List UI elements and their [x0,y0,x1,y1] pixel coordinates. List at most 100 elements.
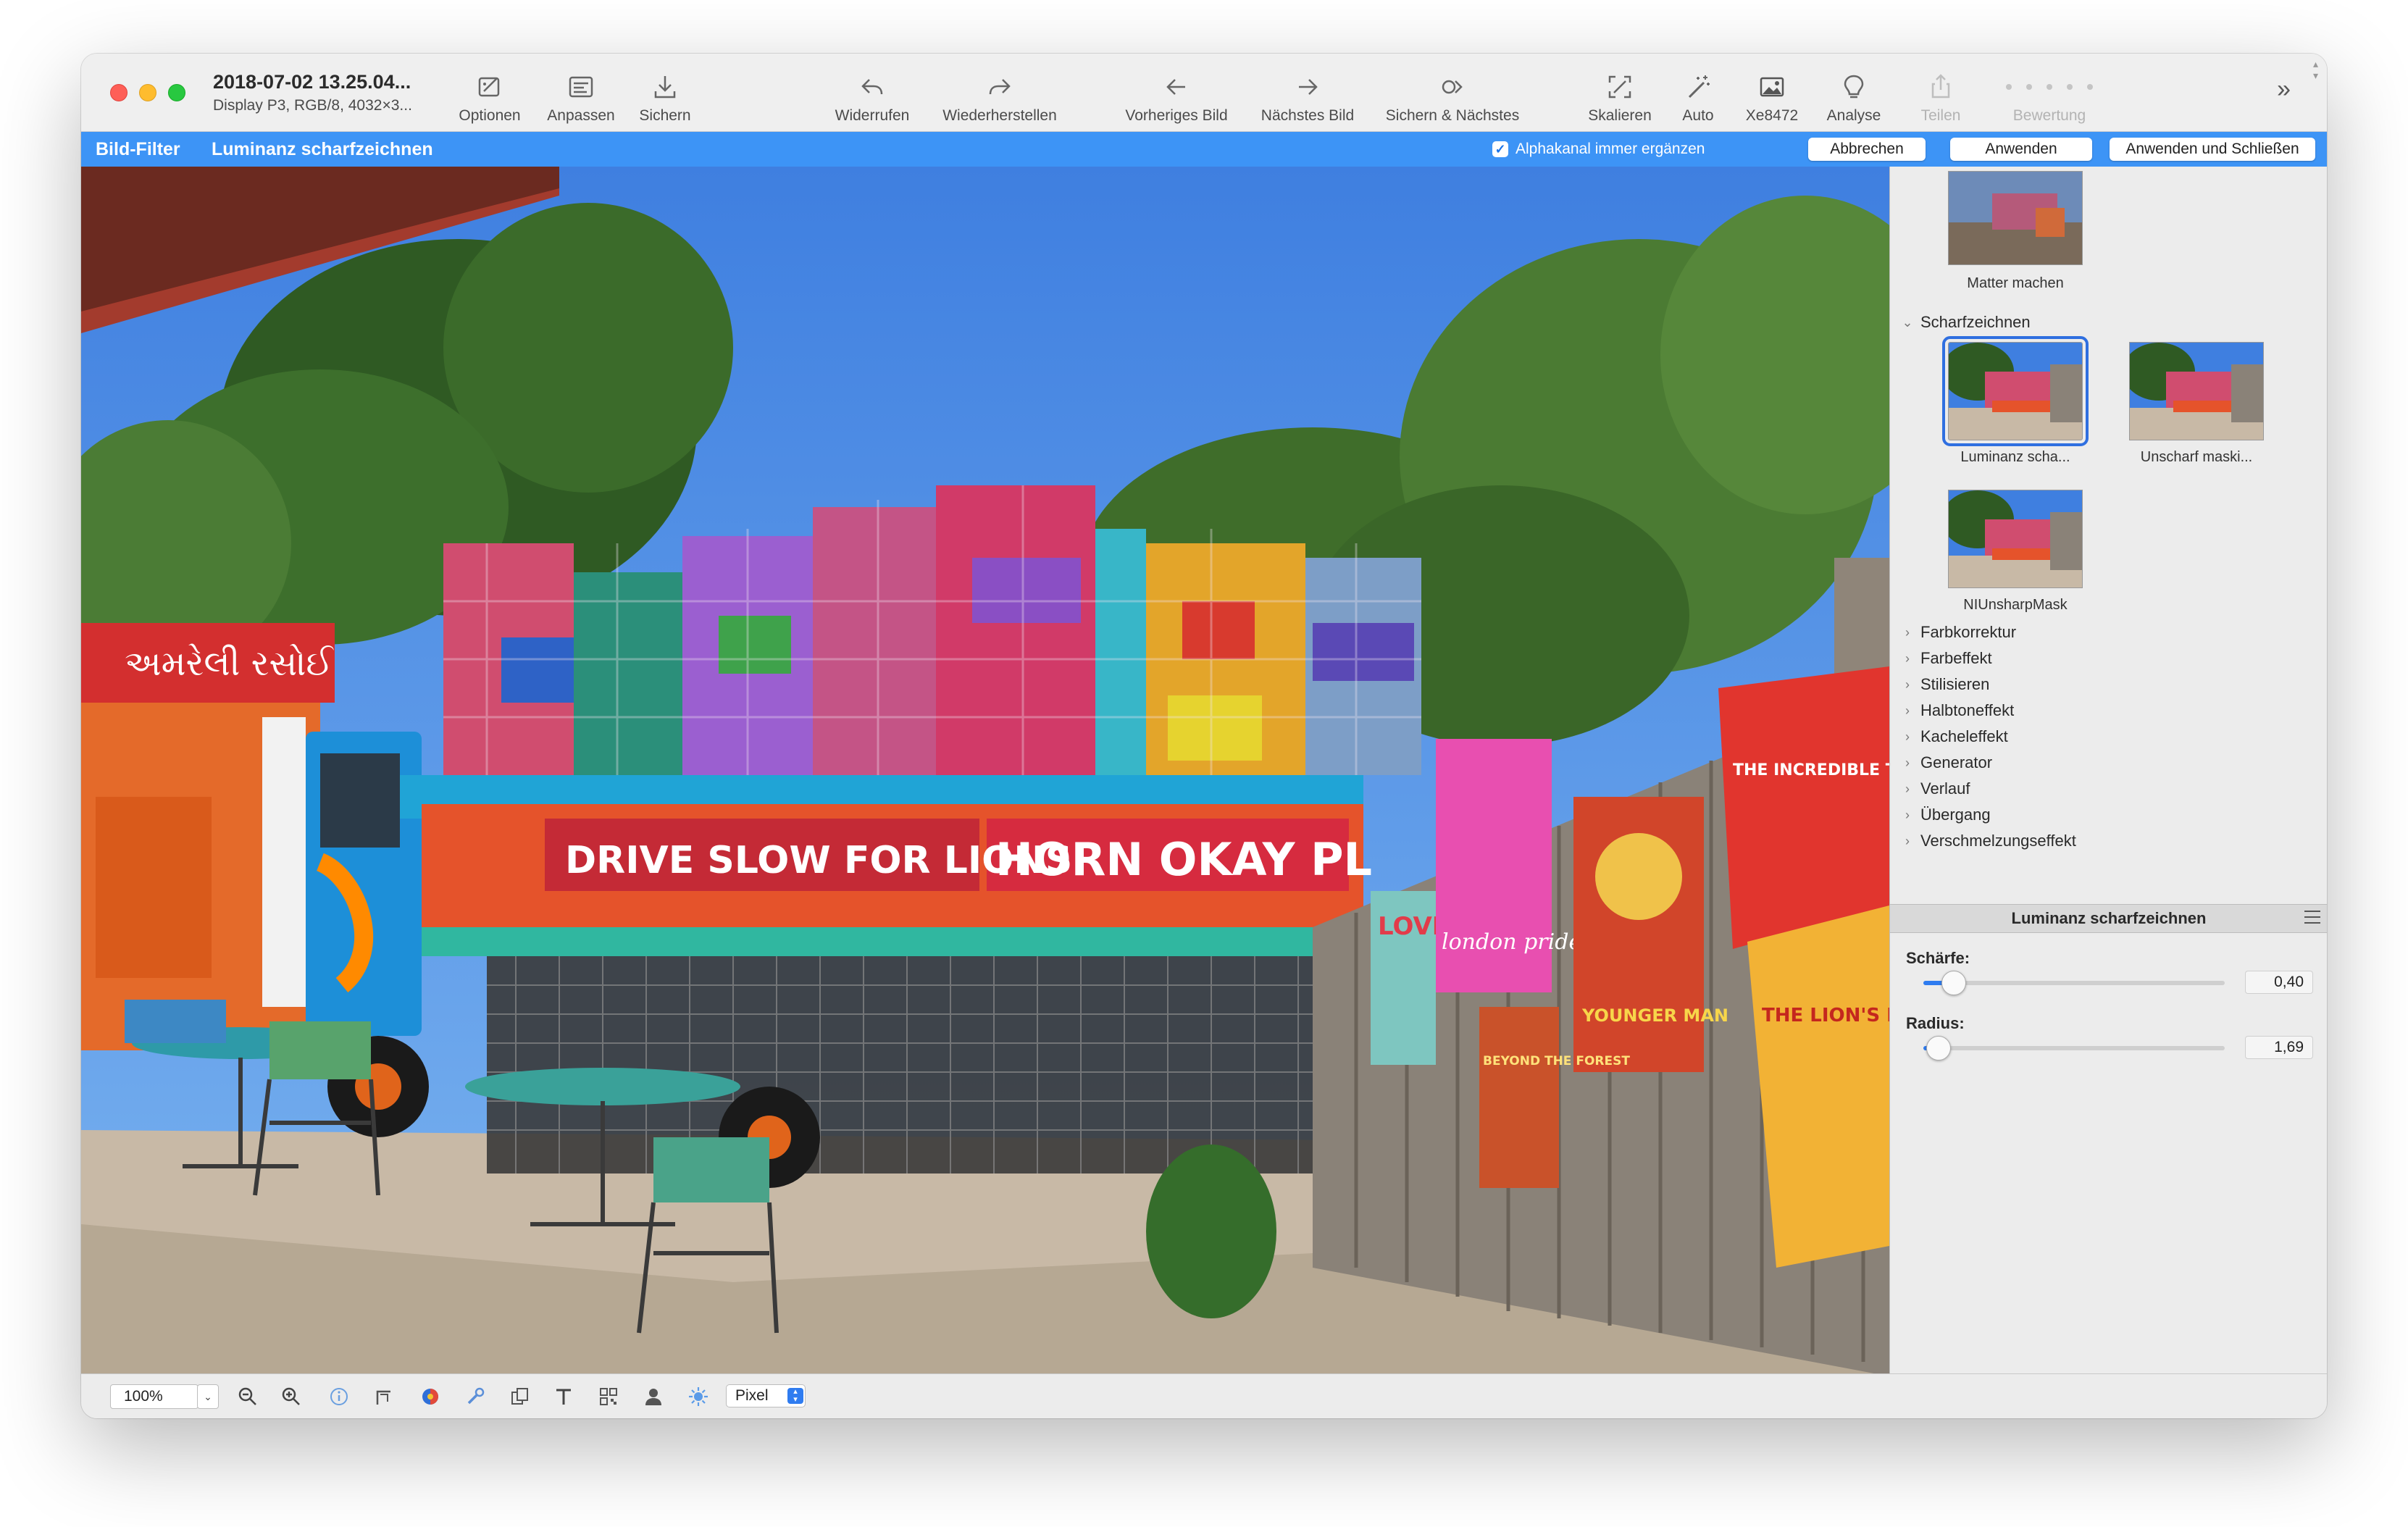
adjust-icon [565,71,597,103]
category-kacheleffekt[interactable]: › Kacheleffekt [1902,727,2008,746]
adjustments-header: Luminanz scharfzeichnen [1890,904,2327,933]
chevron-right-icon: › [1905,755,1910,770]
rating-icon [2006,71,2093,103]
document-info: Display P3, RGB/8, 4032×3... [213,97,412,114]
cancel-button[interactable]: Abbrechen [1808,138,1926,161]
section-scharfzeichnen[interactable]: ⌄ Scharfzeichnen [1902,313,2030,332]
poster-london-pride: london pride [1442,929,1581,955]
filter-bar: Bild-Filter Luminanz scharfzeichnen ✓ Al… [81,132,2327,167]
qr-icon[interactable] [595,1384,622,1409]
plant [1146,1145,1276,1318]
sharpness-slider-knob[interactable] [1941,971,1966,995]
alpha-checkbox-row[interactable]: ✓ Alphakanal immer ergänzen [1492,141,1705,158]
zoom-window-button[interactable] [168,84,185,101]
poster-beyond-the-forest: BEYOND THE FOREST [1483,1054,1630,1068]
filter-luminanz-scharfzeichnen[interactable] [1942,336,2089,446]
booth-sign: અમરેલી રસોઈ [125,643,334,684]
previous-image-icon [1161,71,1192,103]
text-icon[interactable] [551,1384,577,1409]
category-farbeffekt[interactable]: › Farbeffekt [1902,649,1992,668]
save-button[interactable]: Sichern [629,67,701,125]
sharpness-value-field[interactable]: 0,40 [2245,971,2313,994]
food-booth: અમરેલી રસોઈ [81,623,335,1050]
scale-icon [1604,71,1636,103]
apply-button[interactable]: Anwenden [1950,138,2092,161]
radius-slider-knob[interactable] [1926,1036,1951,1060]
alpha-checkbox[interactable]: ✓ [1492,141,1508,157]
unit-select[interactable]: Pixel ▴ ▾ [726,1384,806,1407]
filter-niunsharpmask[interactable] [1948,490,2083,588]
zoom-dropdown[interactable]: ⌄ [197,1384,219,1409]
status-bar: 100% ⌄ Pixel ▴ ▾ [81,1373,2327,1418]
image-icon [1756,71,1788,103]
previous-image-button[interactable]: Vorheriges Bild [1116,67,1237,125]
chevron-down-icon: ⌄ [1902,314,1913,330]
chevron-right-icon: › [1905,677,1910,692]
analyse-button[interactable]: Analyse [1817,67,1891,125]
truck-sign-2: HORN OKAY PL [995,833,1372,886]
toolbar-scroll-icon[interactable]: ▴ ▾ [2313,58,2318,81]
info-icon[interactable] [326,1384,352,1409]
poster-younger-man: YOUNGER MAN [1581,1005,1728,1026]
tools-icon[interactable] [462,1384,488,1409]
filter-name: Luminanz scharfzeichnen [212,139,433,159]
toolbar-overflow-icon[interactable]: » [2277,75,2291,104]
xe8472-button[interactable]: Xe8472 [1736,67,1808,125]
options-icon [474,71,506,103]
category-generator[interactable]: › Generator [1902,753,1992,772]
chevron-right-icon: › [1905,781,1910,796]
close-window-button[interactable] [110,84,127,101]
sharpness-label: Schärfe: [1906,949,1970,967]
scale-button[interactable]: Skalieren [1582,67,1657,125]
category-halbtoneffekt[interactable]: › Halbtoneffekt [1902,701,2014,720]
image-canvas[interactable]: અમરેલી રસોઈ DRIVE SLOW FOR LIONS HORN OK… [81,167,1889,1373]
copy-icon[interactable] [507,1384,533,1409]
share-button[interactable]: Teilen [1907,67,1975,125]
category-uebergang[interactable]: › Übergang [1902,806,1991,824]
category-verschmelzungseffekt[interactable]: › Verschmelzungseffekt [1902,832,2076,850]
chevron-right-icon: › [1905,703,1910,718]
adjust-button[interactable]: Anpassen [540,67,622,125]
rating-control[interactable]: Bewertung [1988,67,2111,125]
auto-button[interactable]: Auto [1672,67,1724,125]
poster-incredible-tail: THE INCREDIBLE TAIL [1733,761,1889,779]
lightbulb-icon [1838,71,1870,103]
zoom-in-icon[interactable] [278,1384,304,1409]
chevron-right-icon: › [1905,807,1910,822]
chevron-right-icon: › [1905,650,1910,666]
save-next-button[interactable]: Sichern & Nächstes [1375,67,1530,125]
radius-label: Radius: [1906,1014,1965,1032]
person-icon[interactable] [640,1384,666,1409]
options-button[interactable]: Optionen [449,67,530,125]
chevron-right-icon: › [1905,624,1910,640]
app-window: 2018-07-02 13.25.04... Display P3, RGB/8… [81,54,2327,1418]
category-stilisieren[interactable]: › Stilisieren [1902,675,1989,694]
share-icon [1925,71,1957,103]
undo-button[interactable]: Widerrufen [827,67,917,125]
category-verlauf[interactable]: › Verlauf [1902,779,1970,798]
zoom-field[interactable]: 100% [110,1384,198,1409]
panel-menu-icon[interactable] [2304,911,2320,924]
apply-and-close-button[interactable]: Anwenden und Schließen [2110,138,2315,161]
color-icon[interactable] [417,1384,443,1409]
next-image-icon [1292,71,1324,103]
photo-scene: અમરેલી રસોઈ DRIVE SLOW FOR LIONS HORN OK… [81,167,1889,1373]
filter-label-niunsharpmask: NIUnsharpMask [1963,597,2068,613]
category-farbkorrektur[interactable]: › Farbkorrektur [1902,623,2016,642]
filter-unscharf-maskieren[interactable] [2129,342,2264,440]
chevron-right-icon: › [1905,729,1910,744]
thumb-matter-machen[interactable] [1948,171,2083,265]
redo-button[interactable]: Wiederherstellen [935,67,1065,125]
filter-label-luminanz: Luminanz scha... [1960,449,2070,465]
radius-slider[interactable] [1923,1036,2225,1060]
minimize-window-button[interactable] [139,84,156,101]
radius-value-field[interactable]: 1,69 [2245,1036,2313,1059]
sharpness-slider[interactable] [1923,971,2225,995]
zoom-out-icon[interactable] [235,1384,261,1409]
brightness-icon[interactable] [685,1384,711,1409]
redo-icon [984,71,1016,103]
filter-panel: Matter machen ⌄ Scharfzeichnen Luminanz … [1889,167,2327,1373]
alpha-checkbox-label: Alphakanal immer ergänzen [1516,141,1705,157]
next-image-button[interactable]: Nächstes Bild [1250,67,1365,125]
crop-icon[interactable] [371,1384,397,1409]
